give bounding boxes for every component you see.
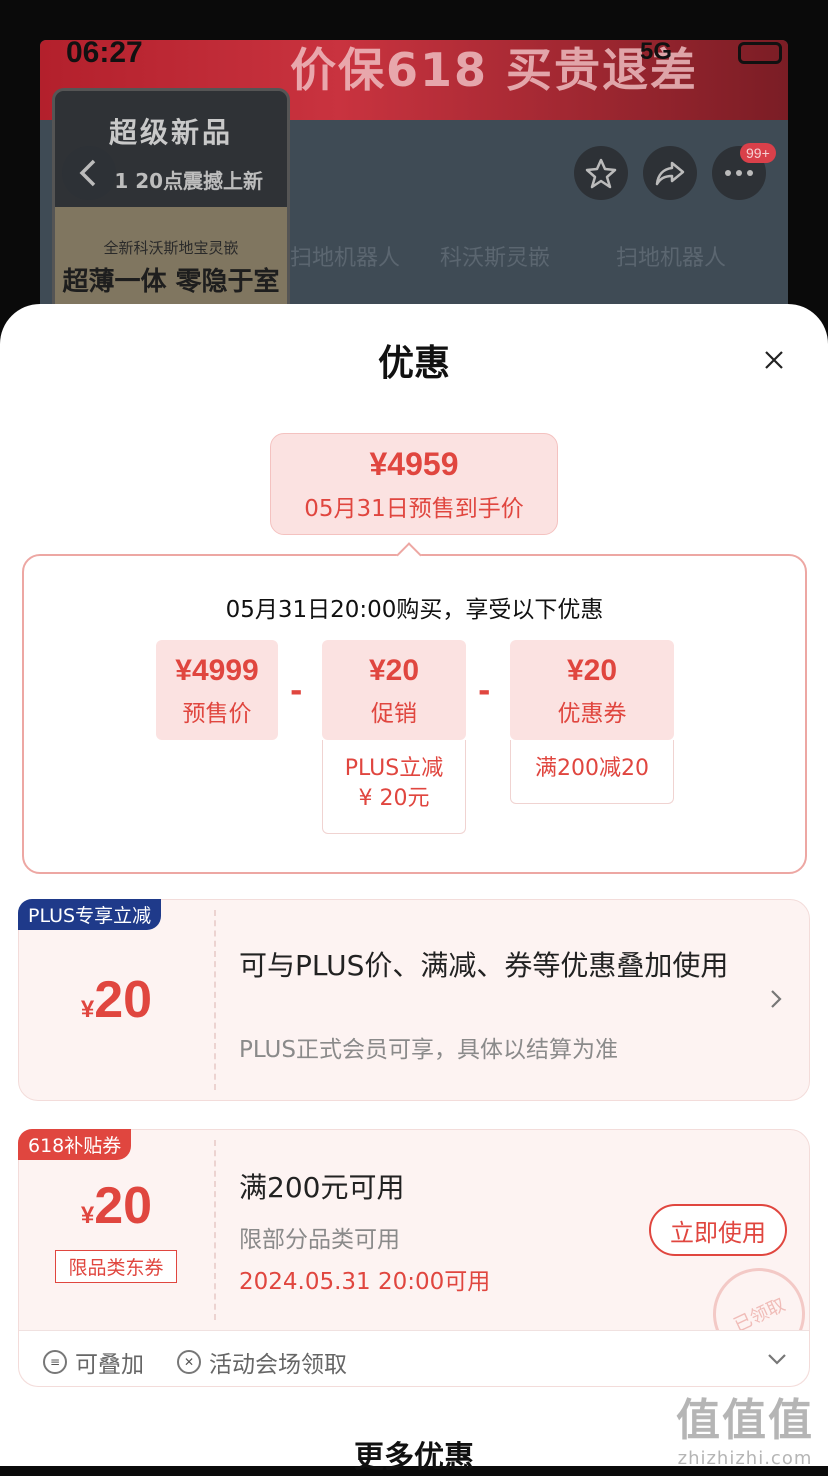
- promo-title: 超级新品: [108, 116, 233, 149]
- promo-small-text: 全新科沃斯地宝灵嵌: [103, 239, 239, 257]
- source-label: 活动会场领取: [209, 1352, 347, 1378]
- currency-symbol: ¥: [80, 996, 95, 1023]
- promo-big-text: 超薄一体 零隐于室: [62, 267, 280, 297]
- currency-symbol: ¥: [80, 1202, 95, 1229]
- status-time: 06:27: [66, 36, 143, 69]
- chip-amount: ¥4999: [175, 654, 259, 687]
- notification-badge: 99+: [740, 143, 776, 163]
- plus-discount-card[interactable]: PLUS专享立减 ¥20 可与PLUS价、满减、券等优惠叠加使用 PLUS正式会…: [18, 899, 810, 1101]
- watermark-logo: 值值值: [676, 1395, 814, 1446]
- battery-icon: [738, 42, 782, 64]
- plus-note: PLUS正式会员可享，具体以结算为准: [239, 1037, 618, 1063]
- promotion-chip: ¥20 促销: [322, 640, 466, 740]
- use-now-button[interactable]: 立即使用: [649, 1204, 787, 1256]
- plus-amount: ¥20: [19, 970, 214, 1030]
- source-info: ✕ 活动会场领取: [177, 1345, 347, 1379]
- watermark: 值值值 zhizhizhi.com: [676, 1384, 814, 1469]
- promotion-note: PLUS立减 ¥ 20元: [322, 740, 466, 834]
- chip-label: 预售价: [182, 701, 252, 727]
- stackable-label: 可叠加: [75, 1352, 144, 1378]
- promo-card[interactable]: 超级新品 5.31 20点震撼上新 全新科沃斯地宝灵嵌 超薄一体 零隐于室: [52, 88, 290, 328]
- star-icon: [585, 158, 617, 189]
- amount-value: 20: [94, 1177, 153, 1235]
- coupon-chip: ¥20 优惠券: [510, 640, 674, 740]
- minus-sign: -: [290, 674, 303, 709]
- background-tab: 科沃斯灵嵌: [440, 246, 551, 271]
- coupon-note: 满200减20: [510, 740, 674, 804]
- share-icon: [655, 161, 685, 186]
- chevron-right-icon: [771, 990, 782, 1008]
- close-icon: [765, 351, 783, 369]
- banner-text: 价保618 买贵退差: [290, 43, 699, 97]
- price-breakdown: 05月31日20:00购买，享受以下优惠 ¥4999 预售价 - ¥20 促销 …: [22, 554, 807, 874]
- chevron-down-icon[interactable]: [767, 1353, 787, 1365]
- subsidy-coupon-card: 618补贴券 ¥20 限品类东券 满200元可用 限部分品类可用 2024.05…: [18, 1129, 821, 1387]
- stack-icon: ≡: [43, 1350, 67, 1374]
- coupon-divider: [214, 1140, 216, 1320]
- final-price-label: 05月31日预售到手价: [304, 496, 524, 522]
- plus-tag: PLUS专享立减: [18, 899, 162, 930]
- discount-sheet: 优惠 ¥4959 05月31日预售到手价 05月31日20:00购买，享受以下优…: [0, 304, 828, 1475]
- amount-value: 20: [94, 971, 153, 1029]
- coupon-valid-date: 2024.05.31 20:00可用: [239, 1269, 491, 1295]
- subsidy-tag: 618补贴券: [18, 1129, 132, 1160]
- subsidy-amount: ¥20: [19, 1176, 214, 1236]
- back-icon: [79, 159, 96, 187]
- sheet-title: 优惠: [377, 343, 450, 384]
- final-price-box: ¥4959 05月31日预售到手价: [270, 433, 558, 535]
- share-button[interactable]: [643, 146, 697, 200]
- presale-price-chip: ¥4999 预售价: [156, 640, 278, 740]
- coupon-condition: 满200元可用: [239, 1171, 405, 1204]
- network-label: 5G: [640, 38, 673, 65]
- favorite-button[interactable]: [574, 146, 628, 200]
- background-tab: 扫地机器人: [616, 246, 727, 271]
- breakdown-title: 05月31日20:00购买，享受以下优惠: [225, 597, 604, 623]
- chip-label: 优惠券: [557, 701, 627, 727]
- plus-description: 可与PLUS价、满减、券等优惠叠加使用: [239, 949, 729, 982]
- close-button[interactable]: [756, 342, 792, 378]
- more-dots-icon: [725, 170, 753, 176]
- minus-sign: -: [478, 674, 491, 709]
- final-price-amount: ¥4959: [369, 446, 459, 482]
- coupon-footer[interactable]: ≡ 可叠加 ✕ 活动会场领取: [19, 1330, 809, 1386]
- coupon-divider: [214, 910, 216, 1090]
- coupon-scope-note: 限部分品类可用: [239, 1227, 400, 1253]
- background-tab: 扫地机器人: [290, 246, 401, 271]
- chip-amount: ¥20: [566, 654, 618, 687]
- back-button[interactable]: [62, 146, 116, 200]
- scope-label: 限品类东券: [55, 1250, 177, 1283]
- chip-label: 促销: [371, 701, 417, 727]
- ticket-icon: ✕: [177, 1350, 201, 1374]
- chip-amount: ¥20: [368, 654, 420, 687]
- stackable-info: ≡ 可叠加: [43, 1345, 144, 1379]
